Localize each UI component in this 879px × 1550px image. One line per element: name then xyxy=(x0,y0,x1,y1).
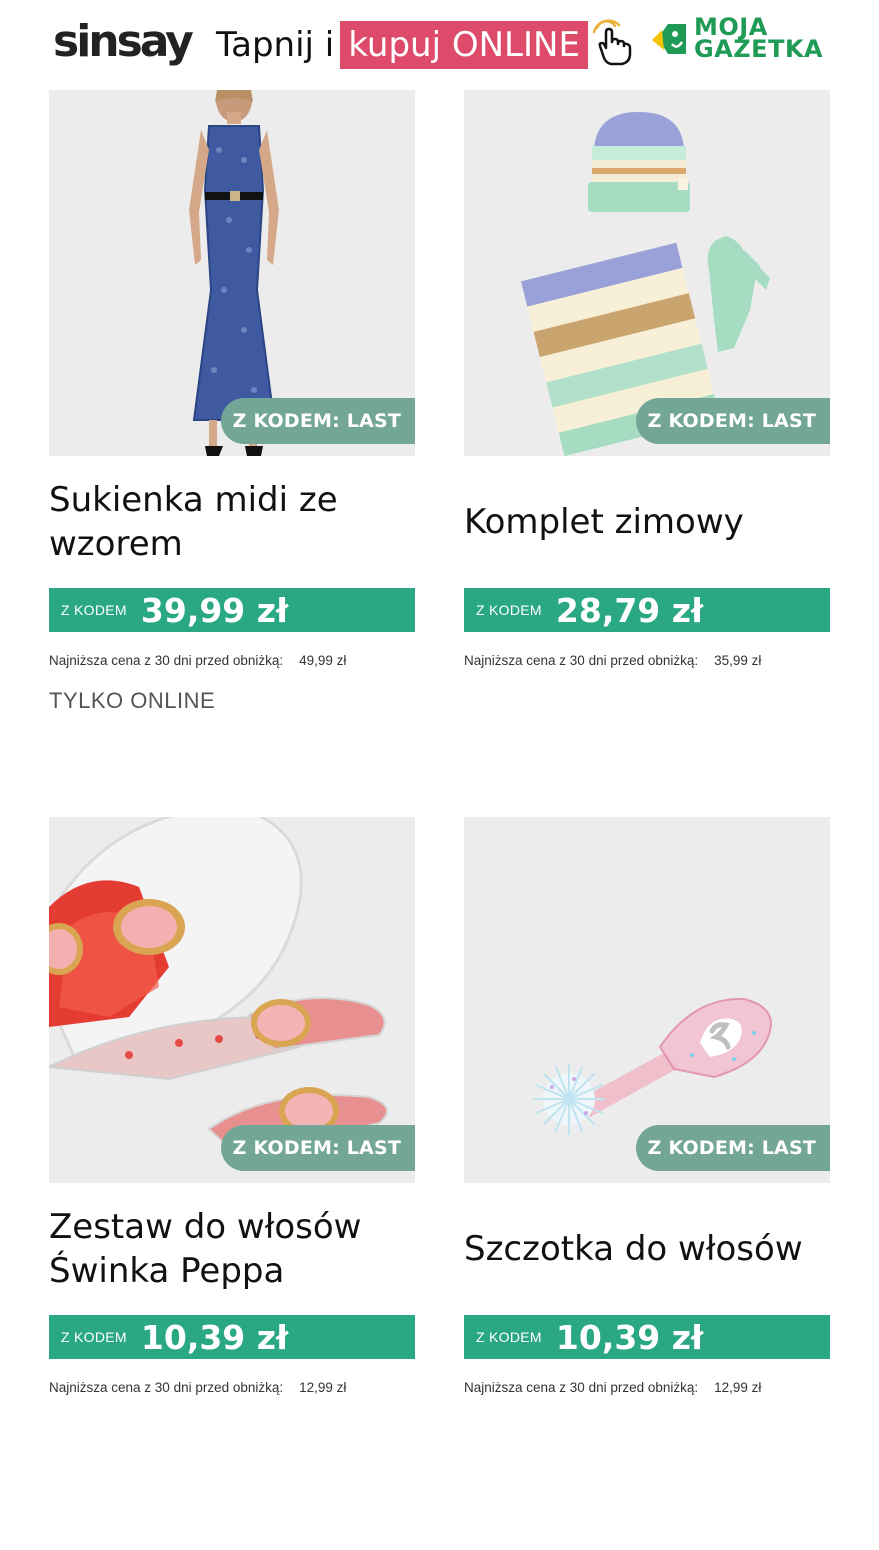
tag-icon xyxy=(652,24,686,54)
header: sinsay Tapnij i kupuj ONLINE MOJA GAZETK… xyxy=(0,0,879,90)
code-badge: Z KODEM: LAST xyxy=(635,1125,830,1171)
product-image-peppa-hair-set[interactable]: Z KODEM: LAST xyxy=(49,817,415,1183)
code-badge: Z KODEM: LAST xyxy=(220,398,415,444)
lowest-price-label: Najniższa cena z 30 dni przed obniżką: xyxy=(49,653,284,668)
price-bar: Z KODEM 10,39 zł xyxy=(464,1315,830,1359)
hand-tap-icon xyxy=(592,19,632,66)
product-title[interactable]: Szczotka do włosów xyxy=(464,1227,830,1271)
product-title[interactable]: Komplet zimowy xyxy=(464,500,830,544)
lowest-price-info: Najniższa cena z 30 dni przed obniżką: 1… xyxy=(49,1380,415,1395)
code-badge: Z KODEM: LAST xyxy=(635,398,830,444)
product-title-line2: Świnka Peppa xyxy=(49,1251,285,1291)
product-image-hair-brush[interactable]: Z KODEM: LAST xyxy=(464,817,830,1183)
moja-gazetka-text: MOJA GAZETKA xyxy=(694,15,824,63)
price-bar: Z KODEM 28,79 zł xyxy=(464,588,830,632)
price-bar: Z KODEM 39,99 zł xyxy=(49,588,415,632)
lowest-price-info: Najniższa cena z 30 dni przed obniżką: 4… xyxy=(49,653,415,668)
code-label: Z KODEM xyxy=(61,602,127,618)
product-title-line1: Zestaw do włosów xyxy=(49,1207,362,1247)
sinsay-logo[interactable]: sinsay xyxy=(53,14,194,70)
tagline-text: Tapnij i xyxy=(216,25,335,65)
product-image-winter-set[interactable]: Z KODEM: LAST xyxy=(464,90,830,456)
lowest-price-info: Najniższa cena z 30 dni przed obniżką: 3… xyxy=(464,653,830,668)
product-card-hair-brush[interactable]: Z KODEM: LAST Szczotka do włosów Z KODEM… xyxy=(464,817,830,1417)
product-image-dress[interactable]: Z KODEM: LAST xyxy=(49,90,415,456)
online-only-label: TYLKO ONLINE xyxy=(49,688,216,713)
product-title-line1: Szczotka do włosów xyxy=(464,1229,803,1269)
tagline-highlight: kupuj ONLINE xyxy=(340,21,588,69)
lowest-price-value: 49,99 zł xyxy=(299,653,347,668)
product-card-dress[interactable]: Z KODEM: LAST Sukienka midi ze wzorem Z … xyxy=(49,90,415,690)
code-label: Z KODEM xyxy=(476,602,542,618)
lowest-price-value: 12,99 zł xyxy=(714,1380,762,1395)
code-label: Z KODEM xyxy=(61,1329,127,1345)
price-value: 10,39 zł xyxy=(555,1317,704,1357)
tagline[interactable]: Tapnij i kupuj ONLINE xyxy=(216,21,588,69)
lowest-price-value: 35,99 zł xyxy=(714,653,762,668)
product-title-line1: Komplet zimowy xyxy=(464,502,744,542)
product-title-line1: Sukienka midi ze xyxy=(49,480,338,520)
product-card-winter-set[interactable]: Z KODEM: LAST Komplet zimowy Z KODEM 28,… xyxy=(464,90,830,690)
moja-gazetka-logo[interactable]: MOJA GAZETKA xyxy=(652,15,830,66)
code-badge: Z KODEM: LAST xyxy=(220,1125,415,1171)
lowest-price-value: 12,99 zł xyxy=(299,1380,347,1395)
price-value: 10,39 zł xyxy=(140,1317,289,1357)
price-bar: Z KODEM 10,39 zł xyxy=(49,1315,415,1359)
product-title[interactable]: Zestaw do włosów Świnka Peppa xyxy=(49,1205,415,1293)
price-value: 39,99 zł xyxy=(140,590,289,630)
lowest-price-info: Najniższa cena z 30 dni przed obniżką: 1… xyxy=(464,1380,830,1395)
logo-text: sinsay xyxy=(53,16,194,67)
lowest-price-label: Najniższa cena z 30 dni przed obniżką: xyxy=(464,653,699,668)
product-card-peppa-hair-set[interactable]: Z KODEM: LAST Zestaw do włosów Świnka Pe… xyxy=(49,817,415,1417)
lowest-price-label: Najniższa cena z 30 dni przed obniżką: xyxy=(49,1380,284,1395)
product-title[interactable]: Sukienka midi ze wzorem xyxy=(49,478,415,566)
partner-line-2: GAZETKA xyxy=(694,35,824,63)
price-value: 28,79 zł xyxy=(555,590,704,630)
product-title-line2: wzorem xyxy=(49,524,183,564)
lowest-price-label: Najniższa cena z 30 dni przed obniżką: xyxy=(464,1380,699,1395)
code-label: Z KODEM xyxy=(476,1329,542,1345)
